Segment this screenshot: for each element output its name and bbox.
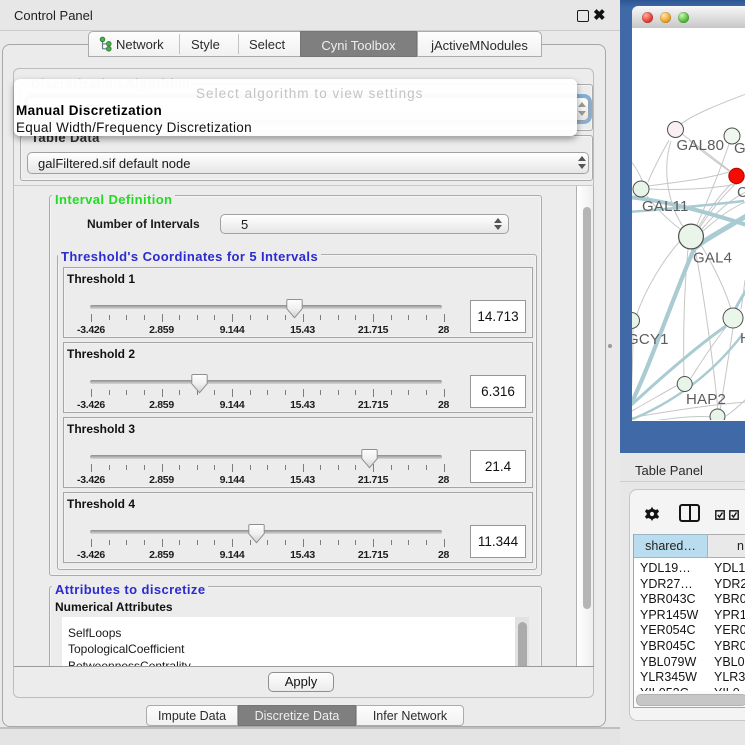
svg-text:C: C <box>737 184 745 201</box>
svg-text:GAL11: GAL11 <box>642 198 689 215</box>
svg-text:GA: GA <box>734 140 745 157</box>
svg-text:GAL80: GAL80 <box>677 137 725 154</box>
svg-text:H: H <box>740 330 745 347</box>
svg-text:GAL4: GAL4 <box>693 250 732 267</box>
svg-text:HAP2: HAP2 <box>686 391 726 408</box>
svg-text:GCY1: GCY1 <box>632 331 669 348</box>
